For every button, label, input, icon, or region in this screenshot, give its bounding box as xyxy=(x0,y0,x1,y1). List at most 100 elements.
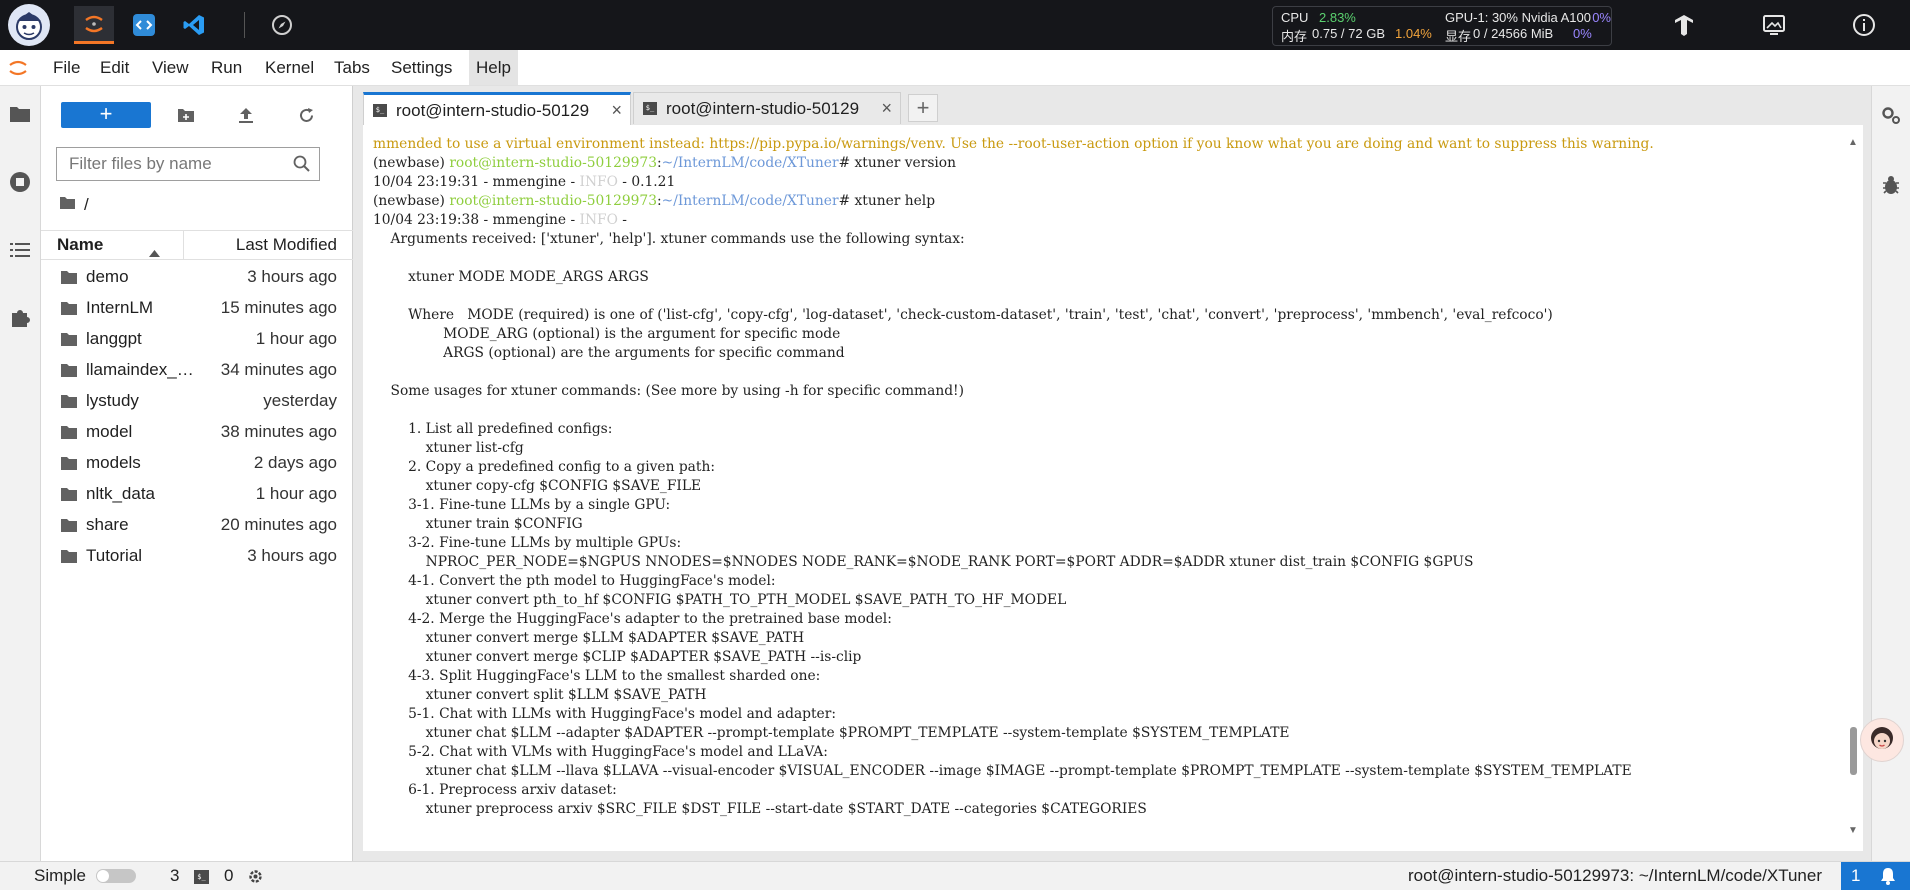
prompt-line: (newbase) root@intern-studio-50129973:~/… xyxy=(373,154,1833,173)
list-item[interactable]: model 38 minutes ago xyxy=(41,416,353,447)
close-icon[interactable]: × xyxy=(881,98,892,119)
close-icon[interactable]: × xyxy=(611,100,622,121)
assistant-avatar-icon[interactable] xyxy=(1860,718,1904,762)
menu-bar: File Edit View Run Kernel Tabs Settings … xyxy=(0,50,1910,86)
breadcrumb-root[interactable]: / xyxy=(84,195,89,215)
terminal-icon[interactable]: $_ xyxy=(194,870,209,884)
output-line: 4-2. Merge the HuggingFace's adapter to … xyxy=(373,611,892,627)
output-line: 6-1. Preprocess arxiv dataset: xyxy=(373,782,617,798)
image-monitor-icon[interactable] xyxy=(1760,12,1788,38)
list-item[interactable]: demo 3 hours ago xyxy=(41,261,353,292)
list-item[interactable]: share 20 minutes ago xyxy=(41,509,353,540)
compass-icon[interactable] xyxy=(262,6,302,44)
folder-icon[interactable] xyxy=(6,100,34,128)
file-name: nltk_data xyxy=(86,484,155,503)
log-prefix: 10/04 23:19:38 - mmengine - xyxy=(373,212,580,228)
notification-count: 1 xyxy=(1851,866,1861,885)
folder-icon xyxy=(61,331,77,351)
vram-percent: 0% xyxy=(1573,26,1592,41)
column-name-header[interactable]: Name xyxy=(57,235,103,255)
scrollbar-thumb[interactable] xyxy=(1850,727,1857,775)
tab-terminal-2[interactable]: $_ root@intern-studio-50129 × xyxy=(633,92,901,124)
list-item[interactable]: nltk_data 1 hour ago xyxy=(41,478,353,509)
list-item[interactable]: langgpt 1 hour ago xyxy=(41,323,353,354)
menu-edit[interactable]: Edit xyxy=(93,50,136,85)
file-filter-input[interactable] xyxy=(67,148,291,180)
code-server-icon[interactable] xyxy=(124,6,164,44)
column-divider[interactable] xyxy=(183,231,184,259)
file-name: InternLM xyxy=(86,298,154,317)
notification-badge[interactable]: 1 xyxy=(1841,862,1910,890)
output-line: ARGS (optional) are the arguments for sp… xyxy=(373,345,845,361)
breadcrumb: / xyxy=(59,194,89,216)
output-line: xtuner chat $LLM --adapter $ADAPTER --pr… xyxy=(373,725,1290,741)
terminal-count[interactable]: 0 xyxy=(224,866,233,886)
output-line: 4-1. Convert the pth model to HuggingFac… xyxy=(373,573,776,589)
output-line: xtuner chat $LLM --llava $LLAVA --visual… xyxy=(373,763,1632,779)
menu-settings[interactable]: Settings xyxy=(384,50,459,85)
debugger-bug-icon[interactable] xyxy=(1881,174,1901,201)
file-name: lystudy xyxy=(86,391,139,410)
folder-icon xyxy=(61,548,77,568)
memory-label: 内存 xyxy=(1281,29,1308,44)
menu-kernel[interactable]: Kernel xyxy=(258,50,321,85)
list-item[interactable]: Tutorial 3 hours ago xyxy=(41,540,353,571)
list-item[interactable]: lystudy yesterday xyxy=(41,385,353,416)
scroll-up-arrow-icon[interactable]: ▲ xyxy=(1848,137,1858,148)
terminal-output: mmended to use a virtual environment ins… xyxy=(373,135,1833,819)
new-launcher-button[interactable]: + xyxy=(61,102,151,128)
output-line: xtuner convert pth_to_hf $CONFIG $PATH_T… xyxy=(373,592,1067,608)
cpu-label: CPU xyxy=(1281,10,1309,25)
mascot-logo-icon[interactable] xyxy=(8,4,50,46)
scroll-down-arrow-icon[interactable]: ▼ xyxy=(1848,825,1858,836)
property-inspector-gears-icon[interactable] xyxy=(1880,104,1902,131)
simple-mode-toggle[interactable] xyxy=(96,869,136,883)
list-item[interactable]: models 2 days ago xyxy=(41,447,353,478)
upload-icon[interactable] xyxy=(231,100,261,130)
menu-tabs[interactable]: Tabs xyxy=(327,50,377,85)
extension-puzzle-icon[interactable] xyxy=(6,304,34,332)
file-name: Tutorial xyxy=(86,546,143,565)
terminal-view[interactable]: mmended to use a virtual environment ins… xyxy=(363,125,1863,851)
table-of-contents-icon[interactable] xyxy=(6,236,34,264)
new-folder-icon[interactable] xyxy=(171,100,201,130)
vram-value: 0 / 24566 MiB xyxy=(1473,26,1554,41)
menu-view[interactable]: View xyxy=(145,50,196,85)
tab-terminal-1[interactable]: $_ root@intern-studio-50129 × xyxy=(363,92,631,125)
menu-help[interactable]: Help xyxy=(469,50,518,85)
add-tab-button[interactable]: + xyxy=(908,94,938,122)
log-level: INFO xyxy=(579,212,618,228)
refresh-icon[interactable] xyxy=(291,100,321,130)
menu-file[interactable]: File xyxy=(46,50,87,85)
memory-value: 0.75 / 72 GB xyxy=(1312,26,1385,41)
kernel-count[interactable]: 3 xyxy=(170,866,179,886)
info-icon[interactable] xyxy=(1850,12,1878,38)
gpu-percent: 0% xyxy=(1592,10,1611,25)
column-modified-header[interactable]: Last Modified xyxy=(236,235,337,255)
kernel-gear-icon[interactable] xyxy=(247,868,264,890)
list-item[interactable]: llamaindex_demo 34 minutes ago xyxy=(41,354,353,385)
menu-run[interactable]: Run xyxy=(204,50,249,85)
sort-ascending-icon[interactable] xyxy=(149,242,160,262)
file-modified: 3 hours ago xyxy=(247,267,337,286)
output-line: xtuner train $CONFIG xyxy=(373,516,583,532)
file-modified: 34 minutes ago xyxy=(220,360,337,379)
terminal-icon: $_ xyxy=(373,104,387,117)
folder-icon xyxy=(61,300,77,320)
file-list-header: Name Last Modified xyxy=(41,230,353,260)
terminal-scrollbar[interactable]: ▲ ▼ xyxy=(1847,137,1859,837)
vscode-icon[interactable] xyxy=(174,6,214,44)
file-name: models xyxy=(86,453,141,472)
running-stop-icon[interactable] xyxy=(6,168,34,196)
status-bar: Simple 3 $_ 0 root@intern-studio-5012997… xyxy=(0,861,1910,890)
tensorflow-icon[interactable] xyxy=(1670,12,1698,38)
output-line: 1. List all predefined configs: xyxy=(373,421,613,437)
toolbar-divider xyxy=(244,12,245,38)
prompt-path: ~/InternLM/code/XTuner xyxy=(661,193,839,209)
cpu-value: 2.83% xyxy=(1319,10,1356,25)
breadcrumb-folder-icon[interactable] xyxy=(59,195,76,215)
jupyter-icon[interactable] xyxy=(74,6,114,44)
list-item[interactable]: InternLM 15 minutes ago xyxy=(41,292,353,323)
